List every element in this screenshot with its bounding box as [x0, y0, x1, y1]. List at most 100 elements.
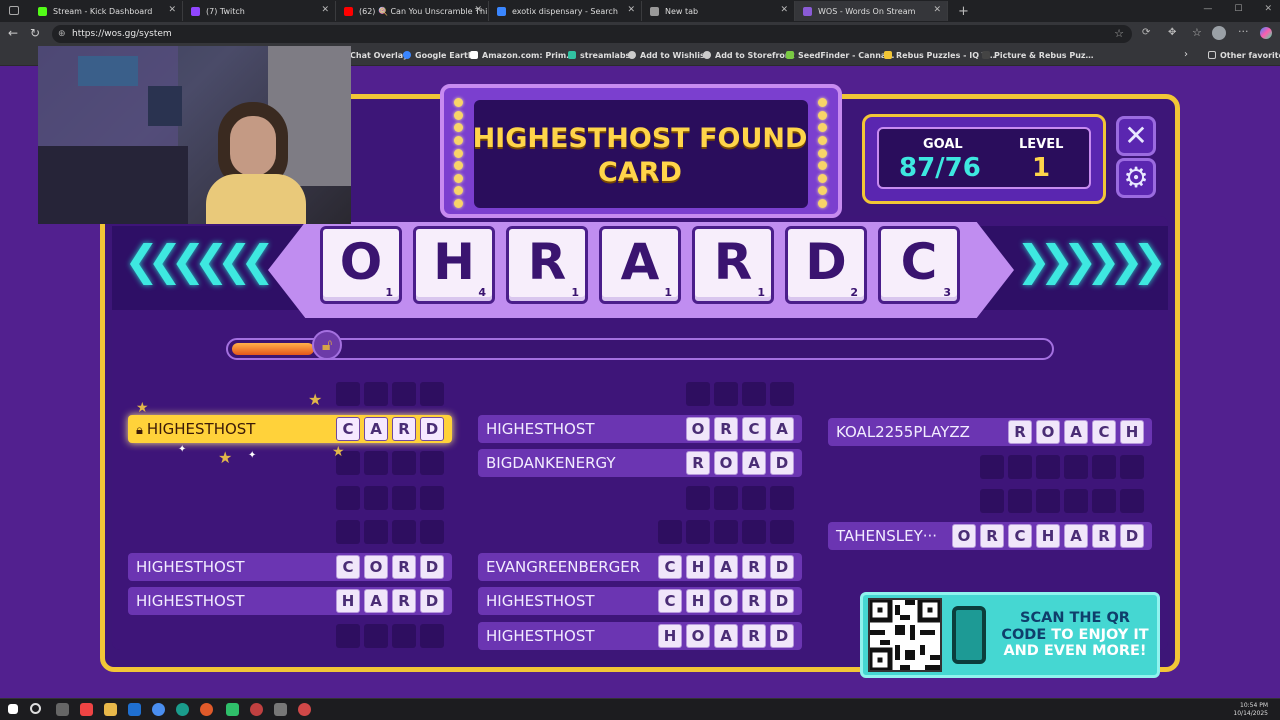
tab-actions-icon[interactable]: [0, 1, 30, 21]
app-icon[interactable]: [274, 703, 287, 716]
url-text: https://wos.gg/system: [72, 29, 172, 39]
task-view-icon[interactable]: [56, 703, 69, 716]
letter-tile[interactable]: C3: [878, 226, 960, 304]
tab-close-icon[interactable]: ✕: [474, 5, 482, 15]
letter-cell: O: [952, 524, 976, 548]
star-sparkle-icon: ★: [308, 390, 323, 409]
tile-letter: C: [900, 233, 938, 291]
letter-tile[interactable]: R1: [692, 226, 774, 304]
tab-favicon-icon: [344, 6, 353, 16]
browser-tab[interactable]: exotix dispensary - Search ✕: [489, 1, 642, 21]
sign-bulbs-left: [454, 98, 464, 208]
bookmark-add-to-wishlist[interactable]: Add to Wishlist: [628, 51, 709, 60]
bookmark-amazon[interactable]: Amazon.com: Prim…: [470, 51, 574, 60]
globe-icon: [703, 51, 711, 59]
close-button[interactable]: ✕: [1116, 116, 1156, 156]
qr-code-icon: [867, 597, 943, 673]
bookmark-streamlabs[interactable]: streamlabs: [568, 51, 630, 60]
new-tab-button[interactable]: +: [948, 4, 969, 19]
browser-tab[interactable]: New tab ✕: [642, 1, 795, 21]
tab-close-icon[interactable]: ✕: [321, 5, 329, 15]
extensions-icon[interactable]: ⟳: [1142, 27, 1150, 38]
obs-icon[interactable]: [250, 703, 263, 716]
taskbar-clock[interactable]: 10:54 PM 10/14/2025: [1233, 702, 1268, 718]
bookmark-label: SeedFinder - Canna…: [798, 51, 895, 60]
letter-cell: [770, 520, 794, 544]
webcam-overlay: [38, 46, 351, 224]
letter-cell: [1036, 455, 1060, 479]
found-word-title: HIGHESTHOST FOUND CARD: [470, 122, 810, 190]
url-field[interactable]: ⊕ https://wos.gg/system ☆: [52, 25, 1132, 43]
letter-cell: H: [1120, 420, 1144, 444]
tile-points: 2: [850, 286, 858, 299]
maximize-icon[interactable]: ☐: [1234, 4, 1242, 14]
chrome-icon[interactable]: [152, 703, 165, 716]
letter-cell: H: [686, 589, 710, 613]
close-window-icon[interactable]: ✕: [1264, 4, 1272, 14]
qr-line-2a: CODE: [1001, 626, 1052, 643]
reload-icon[interactable]: ↻: [30, 26, 40, 40]
tab-close-icon[interactable]: ✕: [627, 5, 635, 15]
site-info-icon[interactable]: ⊕: [58, 25, 66, 43]
webcam-face: [230, 116, 276, 176]
bookmark-google-earth[interactable]: Google Earth: [403, 51, 474, 60]
browser-tab[interactable]: (7) Twitch ✕: [183, 1, 336, 21]
app-icon[interactable]: [298, 703, 311, 716]
bookmark-picture-rebus[interactable]: Picture & Rebus Puz…: [982, 51, 1094, 60]
extension-puzzle-icon[interactable]: ✥: [1168, 27, 1176, 38]
tab-close-icon[interactable]: ✕: [168, 5, 176, 15]
back-icon[interactable]: ←: [8, 26, 18, 40]
player-name: 🔒︎ HIGHESTHOST: [136, 420, 255, 438]
bookmark-rebus-puzzles[interactable]: Rebus Puzzles - IQ T…: [884, 51, 995, 60]
favorites-icon[interactable]: ☆: [1192, 26, 1202, 39]
word-row: [128, 622, 452, 650]
letter-cell: [364, 451, 388, 475]
letter-cell: R: [392, 417, 416, 441]
browser-tab[interactable]: WOS - Words On Stream ✕: [795, 1, 948, 21]
browser-tab[interactable]: Stream - Kick Dashboard ✕: [30, 1, 183, 21]
tab-close-icon[interactable]: ✕: [780, 5, 788, 15]
letter-tile[interactable]: H4: [413, 226, 495, 304]
streamlabs-app-icon[interactable]: [226, 703, 239, 716]
letter-tile[interactable]: O1: [320, 226, 402, 304]
player-name-text: TAHENSLEY···: [836, 527, 938, 545]
star-sparkle-icon: ★: [332, 444, 345, 460]
letter-cell: [1036, 489, 1060, 513]
app-icon[interactable]: [80, 703, 93, 716]
player-name-text: HIGHESTHOST: [486, 592, 595, 610]
other-favorites[interactable]: Other favorites: [1208, 51, 1280, 60]
copilot-icon[interactable]: [1260, 27, 1272, 39]
search-icon[interactable]: [30, 703, 41, 714]
outlook-icon[interactable]: [128, 703, 141, 716]
edge-icon[interactable]: [176, 703, 189, 716]
windows-start-icon[interactable]: [8, 704, 18, 714]
star-sparkle-icon: ★: [136, 400, 149, 416]
bookmark-add-to-storefront[interactable]: Add to Storefront: [703, 51, 794, 60]
left-chevrons-icon: ❮❮❮❮❮❮: [124, 236, 275, 285]
tab-close-icon[interactable]: ✕: [933, 5, 941, 15]
letter-cell: [742, 520, 766, 544]
menu-icon[interactable]: ···: [1238, 25, 1249, 38]
firefox-icon[interactable]: [200, 703, 213, 716]
minimize-icon[interactable]: —: [1203, 4, 1212, 14]
tab-favicon-icon: [38, 6, 47, 16]
player-name-text: HIGHESTHOST: [136, 592, 245, 610]
letter-cell: H: [686, 555, 710, 579]
tile-points: 1: [385, 286, 393, 299]
profile-avatar[interactable]: [1212, 26, 1226, 40]
letter-cell: R: [714, 417, 738, 441]
letter-tile[interactable]: A1: [599, 226, 681, 304]
bookmark-chat-overlay[interactable]: Chat Overlay: [350, 51, 408, 60]
settings-gear-icon[interactable]: ⚙: [1116, 158, 1156, 198]
bookmarks-overflow-icon[interactable]: ›: [1184, 49, 1188, 60]
globe-icon: [403, 51, 411, 59]
letter-tile[interactable]: R1: [506, 226, 588, 304]
letter-tile[interactable]: D2: [785, 226, 867, 304]
bookmark-star-icon[interactable]: ☆: [1114, 25, 1124, 43]
letter-cell: [1092, 455, 1116, 479]
bookmark-seedfinder[interactable]: SeedFinder - Canna…: [786, 51, 894, 60]
webcam-shirt: [206, 174, 306, 224]
browser-tab[interactable]: (62) 🍭 Can You Unscramble Thi… ✕: [336, 1, 489, 21]
letter-cell: [392, 520, 416, 544]
file-explorer-icon[interactable]: [104, 703, 117, 716]
